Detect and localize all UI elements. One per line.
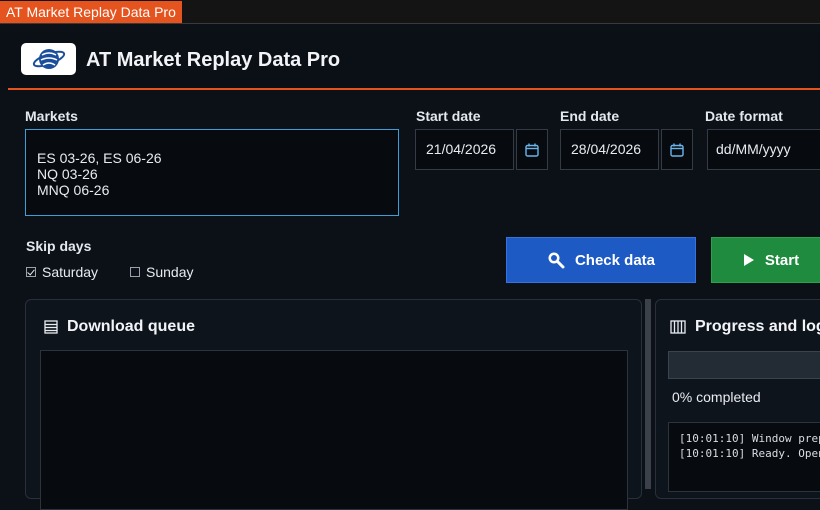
start-button[interactable]: Start	[711, 237, 820, 283]
date-format-label: Date format	[705, 108, 783, 124]
end-date-label: End date	[560, 108, 620, 124]
calendar-icon	[525, 143, 539, 157]
start-date-picker-button[interactable]	[516, 129, 548, 170]
download-queue-title: Download queue	[67, 318, 195, 335]
bar-chart-icon	[670, 320, 686, 334]
log-line: [10:01:10] Window prepared.	[679, 432, 820, 445]
end-date-input[interactable]: 28/04/2026	[560, 129, 659, 170]
titlebar-divider	[0, 23, 820, 24]
end-date-picker-button[interactable]	[661, 129, 693, 170]
markets-label: Markets	[25, 108, 78, 124]
panel-splitter[interactable]	[645, 299, 651, 489]
skip-days-label: Skip days	[26, 238, 92, 254]
progress-bar	[668, 351, 820, 379]
start-date-input[interactable]: 21/04/2026	[415, 129, 514, 170]
play-icon	[743, 254, 754, 266]
start-label: Start	[764, 251, 800, 269]
search-icon	[548, 252, 565, 269]
progress-header: Progress and log	[670, 318, 820, 336]
saturday-checkbox[interactable]: Saturday	[26, 264, 98, 280]
app-title: AT Market Replay Data Pro	[86, 49, 341, 71]
log-line: [10:01:10] Ready. Open a market list.	[679, 447, 820, 460]
download-queue-list[interactable]	[40, 350, 628, 510]
globe-icon	[32, 49, 65, 69]
start-date-label: Start date	[416, 108, 481, 124]
download-queue-header: Download queue	[44, 318, 195, 336]
markets-text: ES 03-26, ES 06-26 NQ 03-26 MNQ 06-26	[37, 150, 162, 198]
progress-text: 0% completed	[672, 389, 761, 405]
list-icon	[44, 320, 58, 334]
app-header: AT Market Replay Data Pro	[0, 32, 820, 88]
saturday-checkbox-box[interactable]	[26, 267, 36, 277]
sunday-checkbox-label: Sunday	[146, 264, 194, 280]
sunday-checkbox[interactable]: Sunday	[130, 264, 193, 280]
markets-textarea[interactable]: ES 03-26, ES 06-26 NQ 03-26 MNQ 06-26	[25, 129, 399, 216]
log-box[interactable]: [10:01:10] Window prepared. [10:01:10] R…	[668, 422, 820, 492]
saturday-checkbox-label: Saturday	[42, 264, 99, 280]
check-data-label: Check data	[574, 251, 656, 269]
progress-title: Progress and log	[695, 318, 820, 335]
check-data-button[interactable]: Check data	[506, 237, 696, 283]
download-queue-panel: Download queue	[25, 299, 642, 510]
app-logo	[21, 43, 76, 75]
sunday-checkbox-box[interactable]	[130, 267, 140, 277]
progress-panel: Progress and log 0% completed [10:01:10]…	[655, 299, 820, 499]
window-titlebar: AT Market Replay Data Pro	[0, 0, 820, 24]
window-title: AT Market Replay Data Pro	[0, 1, 182, 23]
date-format-input[interactable]: dd/MM/yyyy	[707, 129, 820, 170]
header-accent-line	[8, 88, 820, 90]
calendar-icon	[670, 143, 684, 157]
